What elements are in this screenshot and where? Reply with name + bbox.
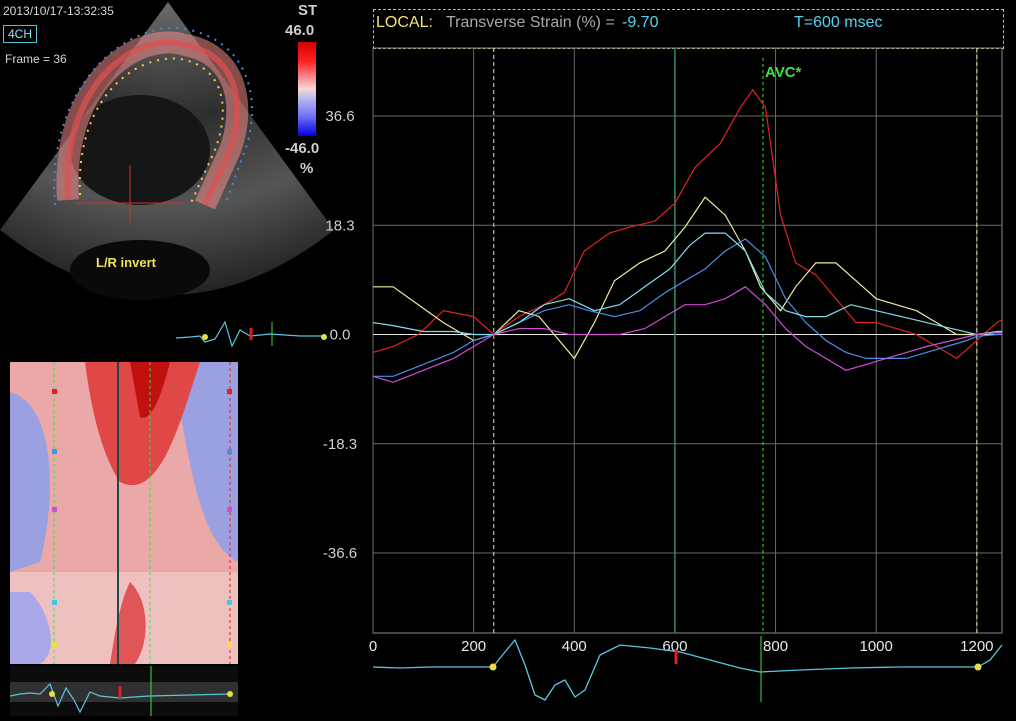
series-line-4	[372, 232, 1002, 336]
y-tick-label: 18.3	[325, 217, 354, 234]
plot-frame	[372, 47, 1003, 634]
avc-label: AVC*	[765, 64, 802, 81]
x-tick-label: 0	[369, 638, 377, 655]
chart-series	[372, 88, 1003, 383]
ecg-marker-start	[489, 663, 497, 671]
y-tick-label: -36.6	[323, 545, 357, 562]
y-tick-label: 36.6	[325, 108, 354, 125]
ecg-marker-end	[974, 663, 982, 671]
x-tick-label: 200	[461, 638, 486, 655]
chart-grid	[372, 47, 1003, 634]
x-tick-label: 800	[763, 638, 788, 655]
x-tick-label: 1200	[960, 638, 993, 655]
y-tick-label: 0.0	[330, 327, 351, 344]
chart-markers	[493, 48, 978, 633]
y-tick-labels: 36.6 18.3 0.0 -18.3 -36.6	[323, 108, 357, 562]
strain-chart[interactable]: 36.618.30.0-18.3-36.6 0 200 400 600 800 1000 1…	[0, 0, 1016, 716]
x-tick-label: 1000	[860, 638, 893, 655]
x-tick-label: 400	[562, 638, 587, 655]
y-tick-label: -18.3	[323, 436, 357, 453]
